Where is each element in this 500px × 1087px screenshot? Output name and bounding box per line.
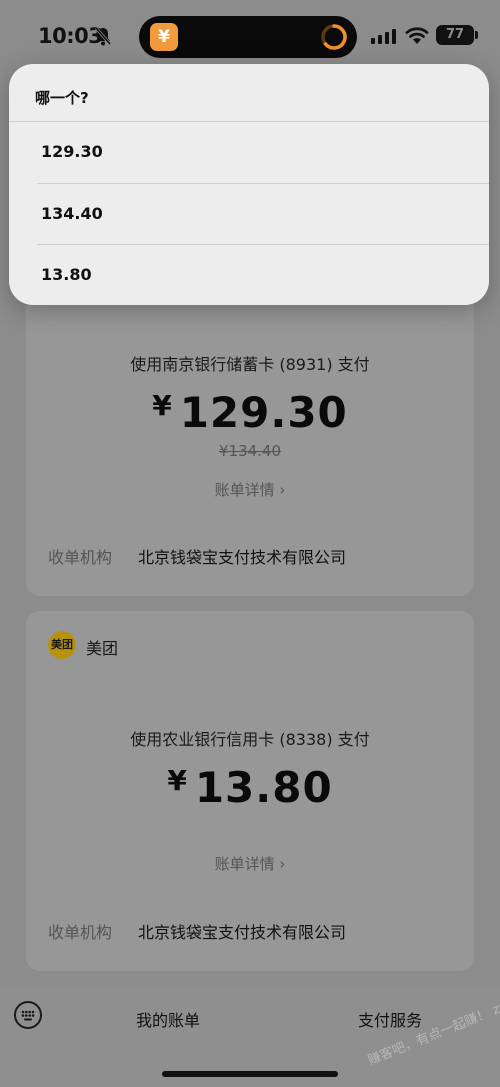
wifi-icon [405, 27, 429, 44]
keyboard-toggle-button[interactable] [14, 1001, 42, 1029]
popup-option[interactable]: 134.40 [9, 184, 489, 245]
popup-option[interactable]: 13.80 [9, 245, 489, 305]
original-amount: ¥134.40 [218, 442, 282, 460]
battery-tip [475, 31, 478, 39]
merchant-logo: 美团 [48, 631, 76, 659]
payment-amount: ¥129.30 [26, 388, 474, 437]
keyboard-icon [21, 1010, 35, 1021]
currency-symbol: ¥ [167, 764, 187, 797]
payment-method: 使用农业银行信用卡 (8338) 支付 [130, 730, 370, 749]
amount-value: 13.80 [194, 763, 333, 812]
signal-icon [371, 29, 396, 44]
amount-value: 129.30 [179, 388, 348, 437]
popup-option-label: 134.40 [41, 204, 103, 223]
amount-choice-popup: 哪一个? 129.30 134.40 13.80 [9, 64, 489, 305]
home-indicator[interactable] [162, 1071, 338, 1077]
merchant-name: 美团 [86, 639, 119, 658]
popup-option-label: 13.80 [41, 265, 92, 284]
bill-detail-link[interactable]: 账单详情 › [26, 479, 474, 500]
acquirer-value: 北京钱袋宝支付技术有限公司 [138, 923, 347, 942]
bill-detail-link[interactable]: 账单详情 › [26, 853, 474, 874]
currency-symbol: ¥ [152, 389, 172, 422]
tab-pay-services[interactable]: 支付服务 [358, 1007, 422, 1031]
popup-option-label: 129.30 [41, 142, 103, 161]
battery-icon: 77 [436, 25, 474, 45]
dynamic-island[interactable]: ¥ [139, 16, 357, 58]
transaction-card: 使用南京银行储蓄卡 (8931) 支付 ¥129.30 ¥134.40 账单详情… [26, 292, 474, 596]
tab-my-bills[interactable]: 我的账单 [136, 1007, 200, 1031]
bell-slash-icon [94, 27, 112, 46]
payment-method: 使用南京银行储蓄卡 (8931) 支付 [130, 355, 370, 374]
acquirer-value: 北京钱袋宝支付技术有限公司 [138, 548, 347, 567]
acquirer-label: 收单机构 [48, 548, 113, 567]
payment-app-icon[interactable]: ¥ [150, 23, 178, 51]
payment-amount: ¥13.80 [26, 763, 474, 812]
status-bar: 10:03 ¥ 77 [0, 0, 500, 62]
status-time: 10:03 [38, 24, 103, 48]
popup-title: 哪一个? [35, 89, 89, 107]
transaction-card: 美团 美团 使用农业银行信用卡 (8338) 支付 ¥13.80 账单详情 › … [26, 611, 474, 971]
popup-option[interactable]: 129.30 [9, 122, 489, 183]
acquirer-label: 收单机构 [48, 923, 113, 942]
progress-ring-icon [321, 24, 347, 50]
bottom-tab-bar: 我的账单 支付服务 赚客吧，有点一起赚！ zuanke8.com [0, 972, 500, 1087]
